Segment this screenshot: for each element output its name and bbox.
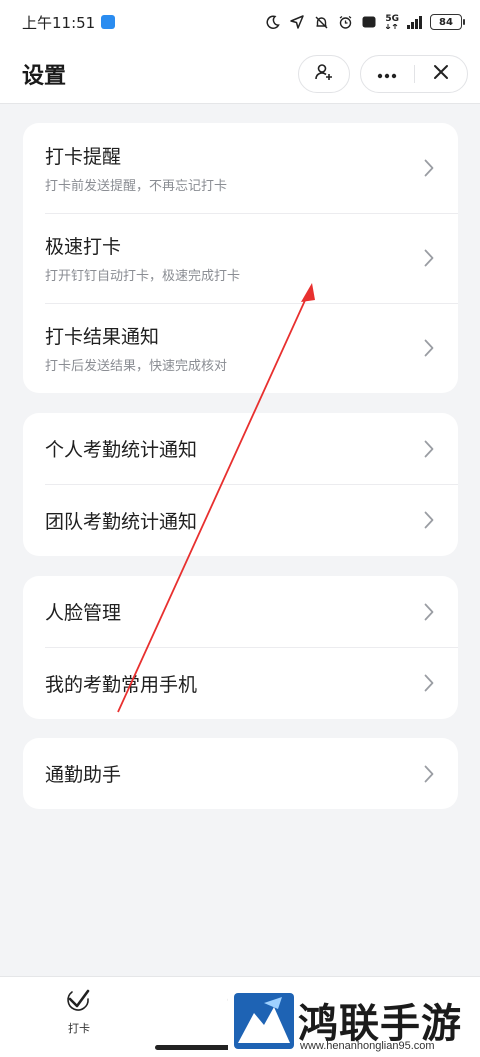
row-title: 个人考勤统计通知 [45,439,198,461]
row-subtitle: 打卡后发送结果，快速完成核对 [45,359,228,374]
setting-row-common-phone[interactable]: 我的考勤常用手机 [23,647,458,719]
add-person-icon [314,62,334,86]
chevron-right-icon [422,672,436,694]
page-header: 设置 [0,44,480,104]
setting-row-quick-clock-in[interactable]: 极速打卡 打开钉钉自动打卡，极速完成打卡 [23,213,458,303]
row-title: 我的考勤常用手机 [45,673,198,696]
row-text: 极速打卡 打开钉钉自动打卡，极速完成打卡 [45,232,240,284]
status-left: 上午11:51 [22,12,116,33]
row-title: 极速打卡 [45,236,122,258]
chevron-right-icon [422,601,436,623]
commute-card: 通勤助手 [23,738,458,809]
signal-icon [407,15,422,29]
watermark: 鸿联手游网 www.henanhonglian95.com [228,985,480,1057]
status-bar: 上午11:51 5G 84 [0,0,480,44]
setting-row-face-management[interactable]: 人脸管理 [23,576,458,647]
mini-app-capsule [360,54,468,93]
close-button[interactable] [415,56,468,92]
hd-icon [361,14,377,30]
device-management-card: 人脸管理 我的考勤常用手机 [23,576,458,719]
attendance-stats-card: 个人考勤统计通知 团队考勤统计通知 [23,413,458,556]
chevron-right-icon [422,438,436,460]
settings-content: 打卡提醒 打卡前发送提醒，不再忘记打卡 极速打卡 打开钉钉自动打卡，极速完成打卡… [0,104,480,976]
row-text: 打卡结果通知 打卡后发送结果，快速完成核对 [45,322,227,374]
watermark-logo-icon [234,993,294,1049]
chevron-right-icon [422,509,436,531]
add-member-button[interactable] [298,54,350,93]
network-5g-icon: 5G [385,14,399,30]
row-title: 人脸管理 [45,602,122,624]
moon-icon [265,14,281,30]
status-time: 上午11:51 [22,13,96,32]
status-right: 5G 84 [265,14,465,30]
chevron-right-icon [422,247,436,269]
setting-row-team-stats[interactable]: 团队考勤统计通知 [23,484,458,556]
more-button[interactable] [361,56,414,92]
battery-icon: 84 [430,14,465,30]
watermark-url: www.henanhonglian95.com [300,1040,435,1052]
mute-bell-icon [313,14,329,30]
row-title: 打卡提醒 [45,146,122,168]
battery-level: 84 [439,16,453,28]
chevron-right-icon [422,763,436,785]
row-subtitle: 打开钉钉自动打卡，极速完成打卡 [45,269,241,284]
more-dots-icon [377,64,397,83]
page-title: 设置 [22,63,67,89]
row-text: 打卡提醒 打卡前发送提醒，不再忘记打卡 [45,142,227,194]
setting-row-clock-in-reminder[interactable]: 打卡提醒 打卡前发送提醒，不再忘记打卡 [23,123,458,213]
row-subtitle: 打卡前发送提醒，不再忘记打卡 [45,179,228,194]
tab-label: 打卡 [68,1022,90,1035]
alarm-icon [337,14,353,30]
chevron-right-icon [422,337,436,359]
header-actions [298,54,468,93]
clock-in-notify-card: 打卡提醒 打卡前发送提醒，不再忘记打卡 极速打卡 打开钉钉自动打卡，极速完成打卡… [23,123,458,393]
app-notification-icon [101,15,116,29]
setting-row-commute-assistant[interactable]: 通勤助手 [23,738,458,809]
setting-row-personal-stats[interactable]: 个人考勤统计通知 [23,413,458,484]
chevron-right-icon [422,157,436,179]
tab-clock-in[interactable]: 打卡 [66,987,92,1036]
setting-row-clock-in-result[interactable]: 打卡结果通知 打卡后发送结果，快速完成核对 [23,303,458,393]
check-icon [66,987,92,1017]
close-icon [433,64,449,84]
location-icon [289,14,305,30]
row-title: 通勤助手 [45,764,122,786]
row-title: 打卡结果通知 [45,326,160,348]
row-title: 团队考勤统计通知 [45,510,198,533]
